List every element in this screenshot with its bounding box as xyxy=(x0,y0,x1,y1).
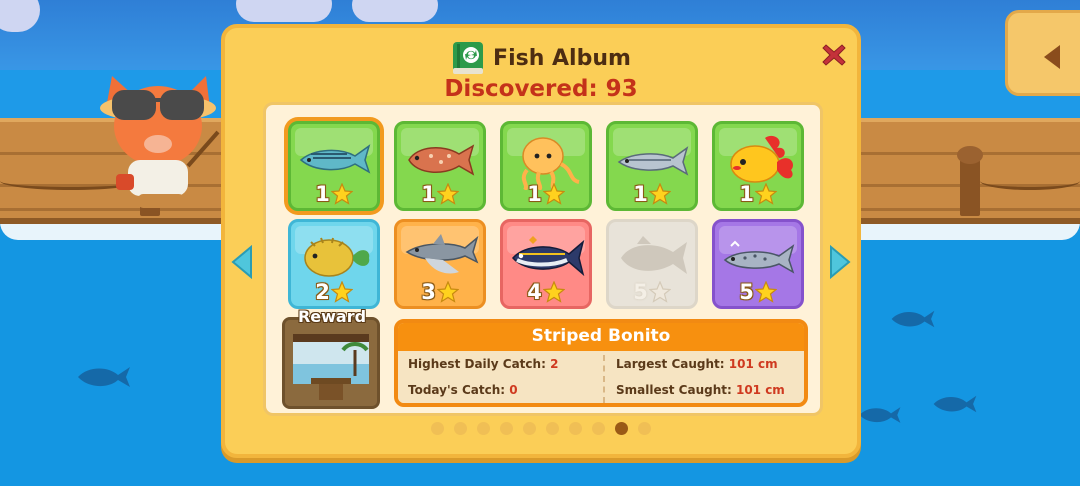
tuna-icon xyxy=(512,236,585,277)
prev-page-arrow-icon[interactable] xyxy=(231,245,253,279)
fish-card-goldfish[interactable]: 1 xyxy=(712,121,804,211)
cloud xyxy=(352,0,438,22)
page-dot[interactable] xyxy=(500,422,513,435)
star-icon xyxy=(436,281,459,303)
page-dot[interactable] xyxy=(454,422,467,435)
dock-post xyxy=(957,146,983,216)
todays-catch: Today's Catch: 0 xyxy=(408,383,518,397)
page-indicator xyxy=(225,422,857,435)
back-button[interactable] xyxy=(1005,10,1080,96)
star-icon xyxy=(542,281,565,303)
page-dot[interactable] xyxy=(431,422,444,435)
fish-card-sardine[interactable]: 1 xyxy=(606,121,698,211)
sardine-icon xyxy=(617,146,689,176)
fish-card-shark[interactable]: 3 xyxy=(394,219,486,309)
star-icon xyxy=(542,183,565,205)
beach-room-reward-icon xyxy=(285,320,377,406)
mackerel-icon xyxy=(299,144,371,174)
highest-daily-catch: Highest Daily Catch: 2 xyxy=(408,357,559,371)
page-dot[interactable] xyxy=(477,422,490,435)
fish-card-trout[interactable]: 5 xyxy=(712,219,804,309)
star-icon xyxy=(330,281,353,303)
selected-fish-name: Striped Bonito xyxy=(398,323,804,351)
reward-label: Reward xyxy=(297,307,367,326)
close-icon[interactable] xyxy=(821,42,847,68)
next-page-arrow-icon[interactable] xyxy=(829,245,851,279)
page-dot[interactable] xyxy=(638,422,651,435)
fish-details-card: Striped Bonito Highest Daily Catch: 2 To… xyxy=(394,319,808,407)
album-book-icon xyxy=(453,42,484,74)
discovered-count: Discovered: 93 xyxy=(444,76,638,102)
album-header: Fish Album Discovered: 93 xyxy=(225,40,857,102)
star-icon xyxy=(754,183,777,205)
fish-card-mackerel[interactable]: 1 xyxy=(288,121,380,211)
fish-shadow xyxy=(933,395,977,413)
reward-preview[interactable] xyxy=(282,317,380,409)
pufferfish-icon xyxy=(304,237,370,277)
fish-album-panel: Fish Album Discovered: 93 1 1 1 1 1 2 3 … xyxy=(221,24,861,458)
star-icon xyxy=(436,183,459,205)
star-icon xyxy=(330,183,353,205)
fish-shadow xyxy=(891,310,935,328)
fish-card-pufferfish[interactable]: 2 xyxy=(288,219,380,309)
fish-card-tuna[interactable]: 4 xyxy=(500,219,592,309)
star-icon xyxy=(648,183,671,205)
fisher-cat-character xyxy=(100,76,220,208)
details-divider xyxy=(603,355,605,403)
fish-card-undiscovered[interactable]: 5 xyxy=(606,219,698,309)
page-dot[interactable] xyxy=(523,422,536,435)
rope xyxy=(980,172,1080,190)
fish-card-jellyfish[interactable]: 1 xyxy=(500,121,592,211)
page-dot[interactable] xyxy=(569,422,582,435)
back-arrow-icon xyxy=(1044,45,1060,69)
trout-icon xyxy=(723,240,795,274)
star-icon xyxy=(648,281,671,303)
smallest-caught: Smallest Caught: 101 cm xyxy=(616,383,785,397)
rockfish-icon xyxy=(408,144,475,176)
fish-shadow xyxy=(859,407,901,423)
page-dot[interactable] xyxy=(592,422,605,435)
fish-card-rockfish[interactable]: 1 xyxy=(394,121,486,211)
shark-icon xyxy=(405,234,479,274)
undiscovered-fish-silhouette-icon xyxy=(621,236,687,274)
cloud xyxy=(236,0,332,22)
album-title: Fish Album xyxy=(493,45,631,71)
album-content: 1 1 1 1 1 2 3 4 5 5 Reward Striped Bonit… xyxy=(263,102,823,416)
page-dot[interactable] xyxy=(546,422,559,435)
star-icon xyxy=(754,281,777,303)
page-dot-current[interactable] xyxy=(615,422,628,435)
largest-caught: Largest Caught: 101 cm xyxy=(616,357,778,371)
fish-shadow xyxy=(78,367,130,387)
